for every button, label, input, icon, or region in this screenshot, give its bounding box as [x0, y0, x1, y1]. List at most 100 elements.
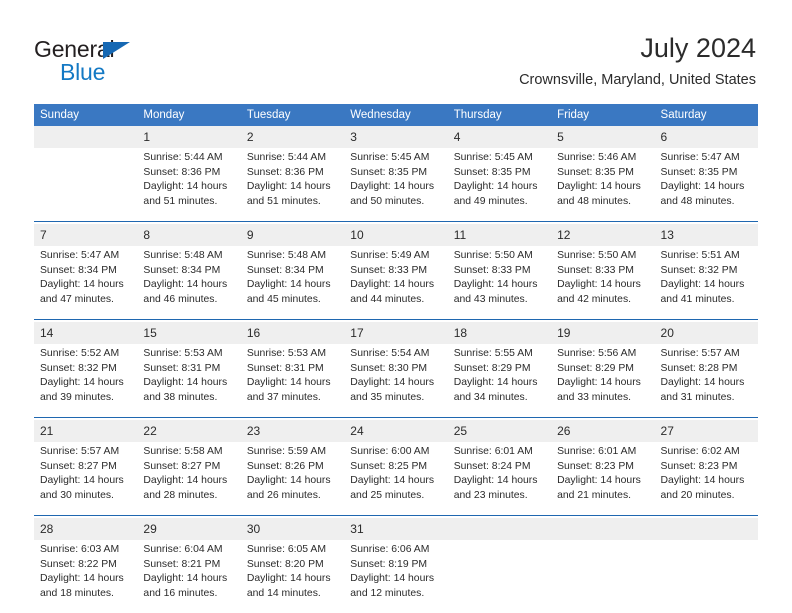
day-detail-cell: Sunrise: 5:52 AM Sunset: 8:32 PM Dayligh…	[34, 344, 138, 418]
daynum-cell[interactable]: 31	[344, 518, 448, 540]
daynum-cell-empty	[551, 518, 655, 540]
daynum-cell[interactable]: 10	[344, 224, 448, 246]
daylight-text-line1: Daylight: 14 hours	[660, 279, 745, 291]
day-detail-cell: Sunrise: 6:00 AM Sunset: 8:25 PM Dayligh…	[344, 442, 448, 516]
sunset-text: Sunset: 8:21 PM	[143, 558, 221, 570]
daynum-cell[interactable]: 15	[137, 322, 241, 344]
daynum-cell[interactable]: 16	[240, 322, 345, 344]
daylight-text-line1: Daylight: 14 hours	[660, 181, 745, 193]
daynum-cell[interactable]: 1	[137, 126, 241, 148]
day-detail-cell: Sunrise: 5:51 AM Sunset: 8:32 PM Dayligh…	[654, 246, 758, 320]
title-block: July 2024 Crownsville, Maryland, United …	[519, 32, 756, 90]
daynum-cell[interactable]: 11	[447, 224, 552, 246]
daylight-text-line1: Daylight: 14 hours	[40, 573, 124, 585]
sunrise-text: Sunrise: 5:59 AM	[246, 446, 326, 457]
sunrise-text: Sunrise: 5:48 AM	[143, 250, 223, 261]
daynum-cell[interactable]: 19	[551, 322, 655, 344]
daylight-text-line1: Daylight: 14 hours	[40, 377, 124, 389]
sunrise-text: Sunrise: 5:58 AM	[143, 446, 223, 457]
week-2-detail-row: Sunrise: 5:47 AM Sunset: 8:34 PM Dayligh…	[34, 246, 758, 320]
daynum-cell[interactable]: 8	[137, 224, 241, 246]
daylight-text-line1: Daylight: 14 hours	[246, 475, 331, 487]
sunset-text: Sunset: 8:35 PM	[660, 166, 738, 178]
daynum-cell[interactable]: 23	[240, 420, 345, 442]
daylight-text-line1: Daylight: 14 hours	[453, 475, 538, 487]
daylight-text-line1: Daylight: 14 hours	[350, 475, 435, 487]
sunset-text: Sunset: 8:28 PM	[660, 362, 738, 374]
sunrise-text: Sunrise: 5:49 AM	[350, 250, 430, 261]
daynum-cell[interactable]: 17	[344, 322, 448, 344]
week-4-daynum-row: 21 22 23 24 25 26 27	[34, 420, 758, 442]
sunrise-text: Sunrise: 5:52 AM	[40, 348, 120, 359]
daynum-cell[interactable]: 25	[447, 420, 552, 442]
daynum-cell[interactable]: 18	[447, 322, 552, 344]
daylight-text-line1: Daylight: 14 hours	[557, 279, 641, 291]
daynum-cell[interactable]: 9	[240, 224, 345, 246]
daynum-cell[interactable]: 28	[34, 518, 138, 540]
daylight-text-line2: and 35 minutes.	[350, 391, 425, 403]
daylight-text-line2: and 33 minutes.	[557, 391, 632, 403]
daynum-cell[interactable]: 20	[654, 322, 758, 344]
day-detail-cell-empty	[654, 540, 758, 613]
week-3-detail-row: Sunrise: 5:52 AM Sunset: 8:32 PM Dayligh…	[34, 344, 758, 418]
daylight-text-line1: Daylight: 14 hours	[143, 475, 228, 487]
daynum-cell[interactable]: 12	[551, 224, 655, 246]
daynum-cell[interactable]: 30	[240, 518, 345, 540]
week-2-daynum-row: 7 8 9 10 11 12 13	[34, 224, 758, 246]
daynum-cell[interactable]: 14	[34, 322, 138, 344]
daylight-text-line1: Daylight: 14 hours	[143, 377, 228, 389]
daylight-text-line1: Daylight: 14 hours	[453, 279, 538, 291]
daylight-text-line1: Daylight: 14 hours	[143, 181, 228, 193]
sunrise-text: Sunrise: 5:46 AM	[557, 152, 637, 163]
day-detail-cell: Sunrise: 5:55 AM Sunset: 8:29 PM Dayligh…	[447, 344, 552, 418]
daylight-text-line2: and 49 minutes.	[453, 195, 528, 207]
daynum-cell[interactable]: 5	[551, 126, 655, 148]
general-blue-logo[interactable]: General Blue	[34, 36, 234, 88]
daylight-text-line2: and 45 minutes.	[246, 293, 321, 305]
daynum-cell[interactable]: 24	[344, 420, 448, 442]
day-detail-cell: Sunrise: 5:53 AM Sunset: 8:31 PM Dayligh…	[240, 344, 345, 418]
sunrise-text: Sunrise: 5:48 AM	[246, 250, 326, 261]
sunrise-text: Sunrise: 5:45 AM	[350, 152, 430, 163]
daylight-text-line1: Daylight: 14 hours	[246, 279, 331, 291]
daynum-cell[interactable]: 21	[34, 420, 138, 442]
sunrise-text: Sunrise: 5:50 AM	[453, 250, 533, 261]
sunset-text: Sunset: 8:36 PM	[246, 166, 324, 178]
sunset-text: Sunset: 8:22 PM	[40, 558, 117, 570]
daylight-text-line1: Daylight: 14 hours	[246, 377, 331, 389]
dow-header-thursday: Thursday	[447, 104, 552, 126]
daylight-text-line1: Daylight: 14 hours	[453, 377, 538, 389]
daynum-cell[interactable]: 29	[137, 518, 241, 540]
daylight-text-line2: and 38 minutes.	[143, 391, 218, 403]
daylight-text-line2: and 31 minutes.	[660, 391, 735, 403]
daylight-text-line1: Daylight: 14 hours	[557, 377, 641, 389]
daylight-text-line1: Daylight: 14 hours	[660, 377, 745, 389]
sunset-text: Sunset: 8:27 PM	[40, 460, 117, 472]
daylight-text-line2: and 43 minutes.	[453, 293, 528, 305]
daynum-cell[interactable]: 27	[654, 420, 758, 442]
daylight-text-line2: and 18 minutes.	[40, 587, 114, 599]
daynum-cell[interactable]: 4	[447, 126, 552, 148]
daynum-cell[interactable]: 7	[34, 224, 138, 246]
daynum-cell[interactable]: 6	[654, 126, 758, 148]
sunrise-text: Sunrise: 5:51 AM	[660, 250, 740, 261]
daylight-text-line2: and 42 minutes.	[557, 293, 632, 305]
daynum-cell[interactable]: 3	[344, 126, 448, 148]
daynum-cell[interactable]: 22	[137, 420, 241, 442]
daylight-text-line2: and 30 minutes.	[40, 489, 114, 501]
sunrise-text: Sunrise: 5:47 AM	[40, 250, 120, 261]
day-detail-cell: Sunrise: 5:47 AM Sunset: 8:34 PM Dayligh…	[34, 246, 138, 320]
day-detail-cell: Sunrise: 5:47 AM Sunset: 8:35 PM Dayligh…	[654, 148, 758, 222]
sunrise-text: Sunrise: 5:44 AM	[246, 152, 326, 163]
day-detail-cell: Sunrise: 6:03 AM Sunset: 8:22 PM Dayligh…	[34, 540, 138, 613]
daylight-text-line2: and 47 minutes.	[40, 293, 114, 305]
sunset-text: Sunset: 8:32 PM	[660, 264, 738, 276]
sunrise-text: Sunrise: 5:57 AM	[660, 348, 740, 359]
sunset-text: Sunset: 8:25 PM	[350, 460, 428, 472]
daynum-cell[interactable]: 26	[551, 420, 655, 442]
daynum-cell[interactable]	[34, 126, 138, 148]
sunset-text: Sunset: 8:35 PM	[350, 166, 428, 178]
daynum-cell[interactable]: 13	[654, 224, 758, 246]
location-subtitle: Crownsville, Maryland, United States	[519, 72, 756, 88]
daynum-cell[interactable]: 2	[240, 126, 345, 148]
